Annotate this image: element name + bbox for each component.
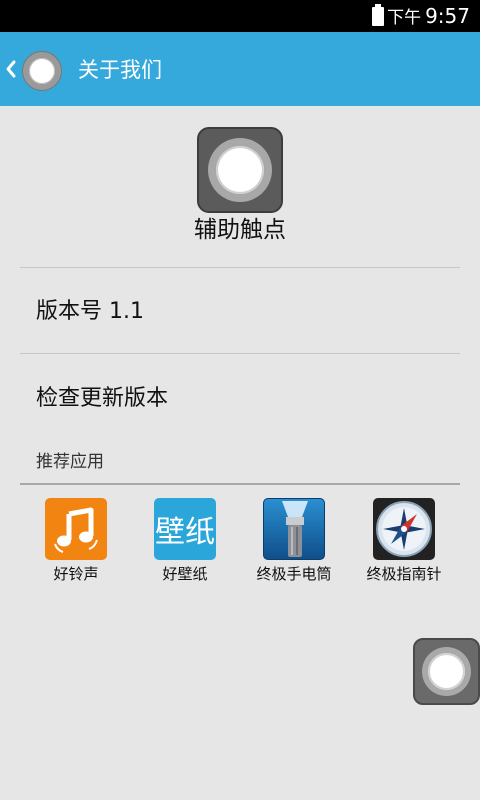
status-time: 9:57 bbox=[425, 4, 470, 28]
status-bar: 下午 9:57 bbox=[0, 0, 480, 32]
battery-icon bbox=[372, 4, 384, 26]
section-divider bbox=[20, 483, 460, 485]
wallpaper-glyph: 壁纸 bbox=[155, 515, 215, 550]
logo-ring bbox=[208, 138, 272, 202]
app-label: 好壁纸 bbox=[162, 565, 208, 583]
page-title: 关于我们 bbox=[78, 58, 162, 82]
float-ring bbox=[422, 647, 471, 696]
recommended-section-title: 推荐应用 bbox=[36, 452, 104, 472]
app-name: 辅助触点 bbox=[194, 217, 286, 243]
wallpaper-app-icon: 壁纸 bbox=[154, 498, 216, 560]
chevron-left-icon[interactable] bbox=[4, 54, 18, 84]
logo-dot bbox=[216, 146, 264, 194]
check-update-row[interactable]: 检查更新版本 bbox=[36, 384, 168, 414]
app-label: 好铃声 bbox=[53, 565, 99, 583]
recommended-app-wallpaper[interactable]: 壁纸 好壁纸 bbox=[130, 496, 240, 588]
app-label: 终极指南针 bbox=[366, 565, 442, 583]
flashlight-icon bbox=[263, 498, 325, 560]
version-row: 版本号 1.1 bbox=[36, 299, 144, 324]
app-logo-icon bbox=[197, 127, 283, 213]
status-clock: 下午 9:57 bbox=[387, 4, 470, 30]
app-label: 终极手电筒 bbox=[256, 565, 332, 583]
recommended-app-flashlight[interactable]: 终极手电筒 bbox=[239, 496, 349, 588]
music-note-icon bbox=[45, 498, 107, 560]
recommended-app-ringtone[interactable]: 好铃声 bbox=[21, 496, 131, 588]
recommended-app-compass[interactable]: 终极指南针 bbox=[349, 496, 459, 588]
status-ampm: 下午 bbox=[387, 8, 422, 28]
action-bar: 关于我们 bbox=[0, 32, 480, 106]
compass-icon bbox=[373, 498, 435, 560]
float-dot bbox=[428, 653, 465, 690]
divider bbox=[20, 267, 460, 268]
divider bbox=[20, 353, 460, 354]
assistive-touch-icon[interactable] bbox=[22, 51, 62, 91]
floating-assist-button[interactable] bbox=[413, 638, 480, 705]
